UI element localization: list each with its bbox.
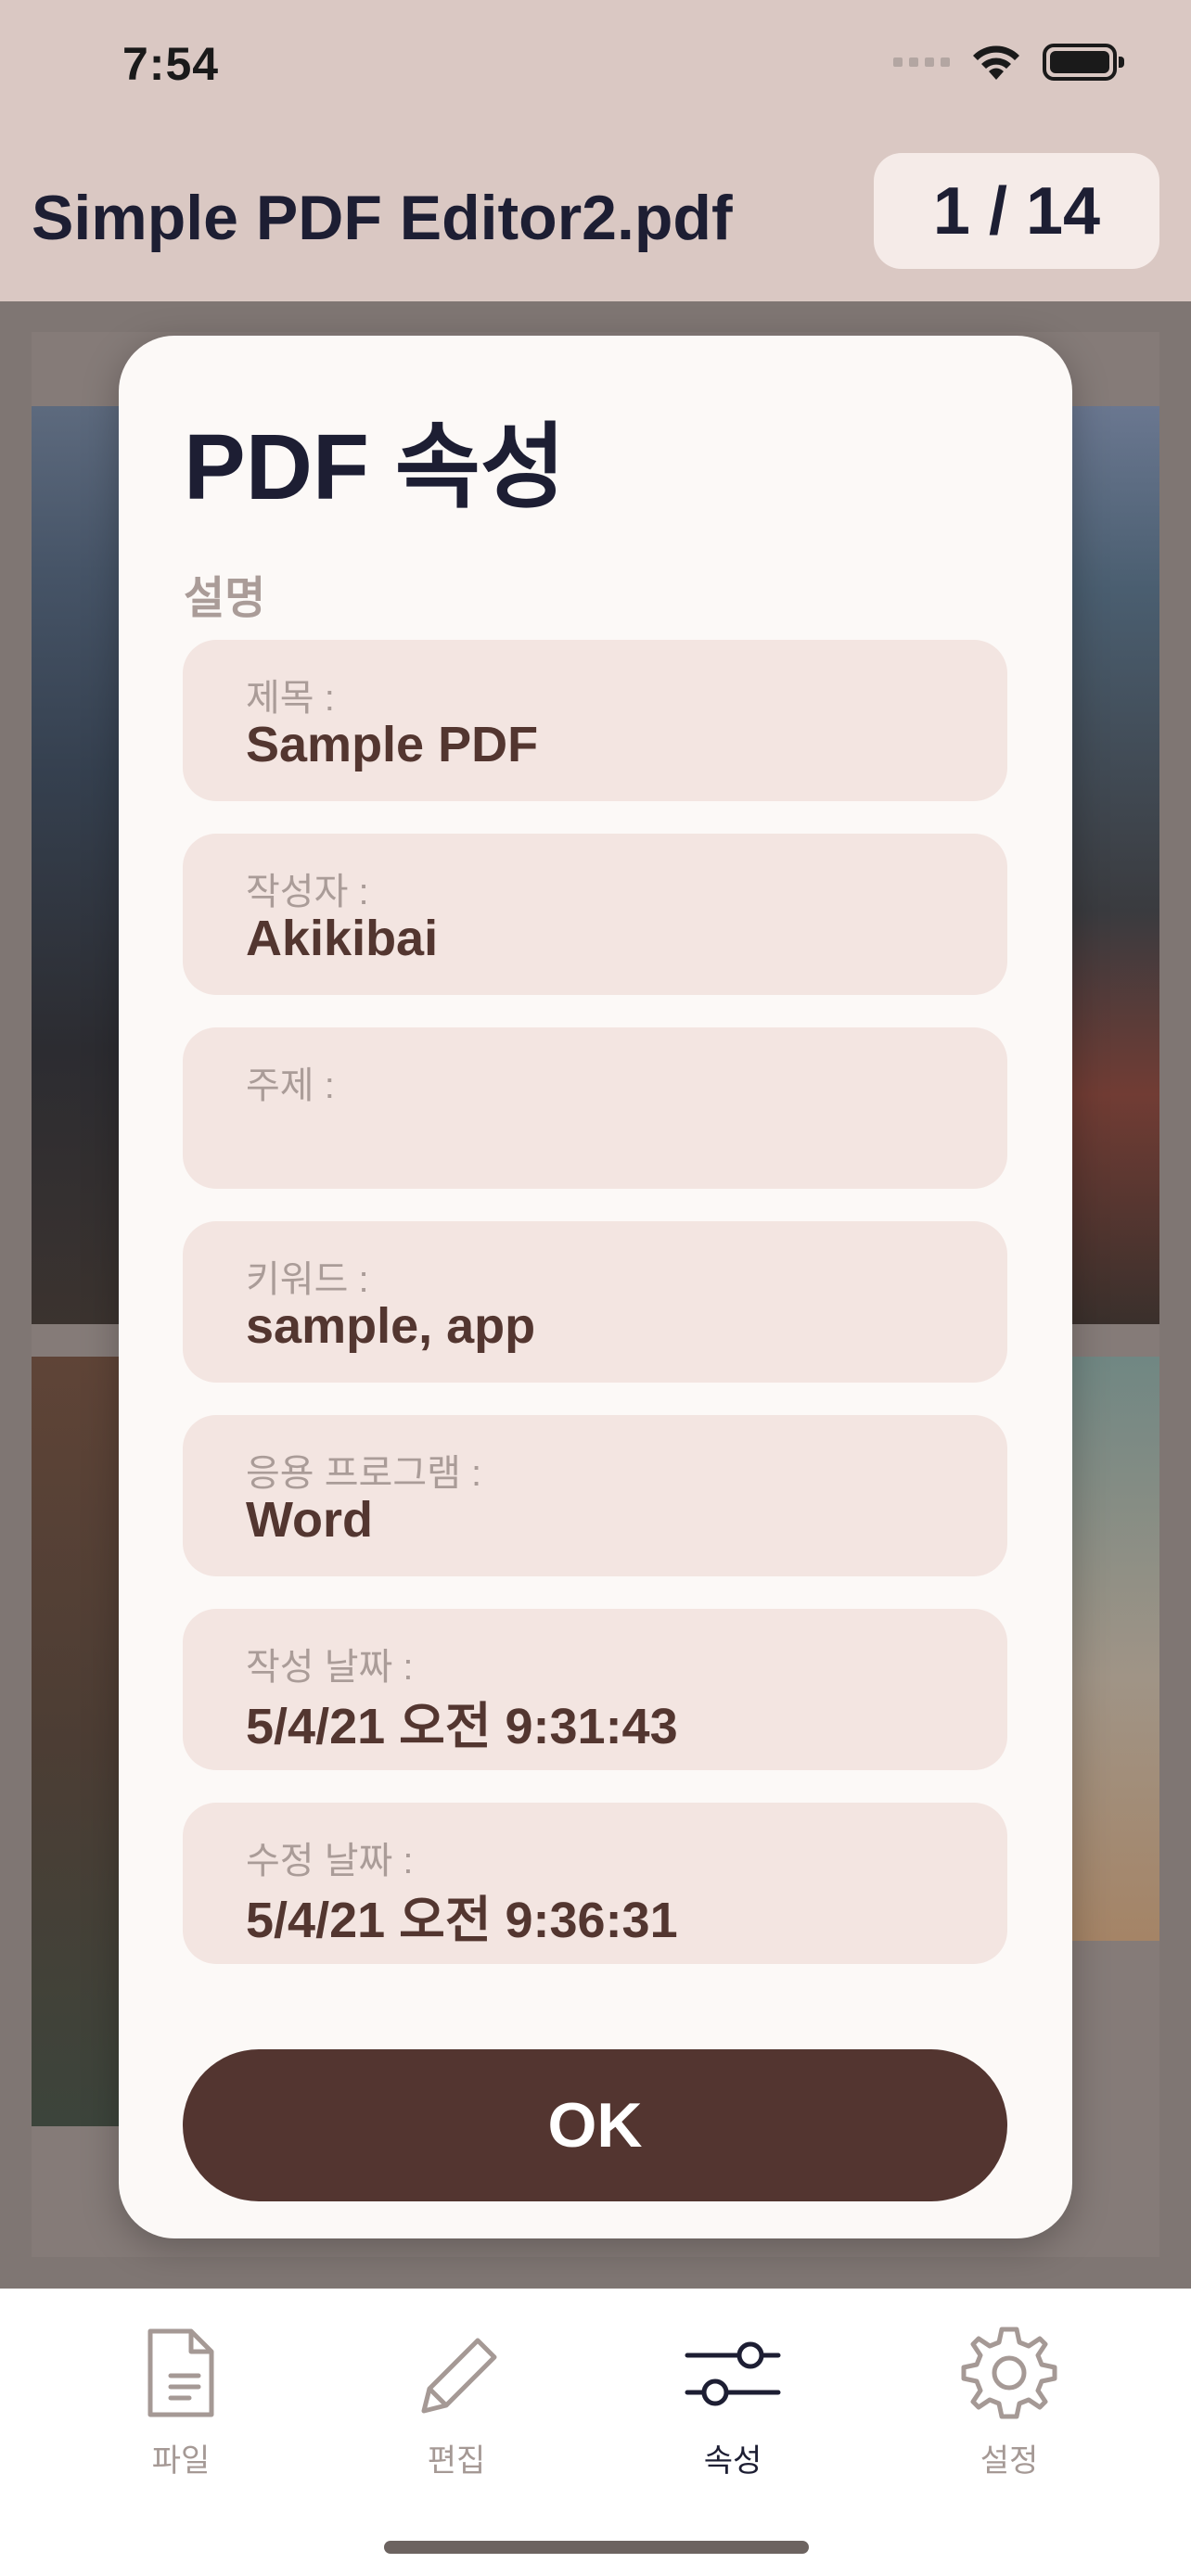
page-thumbnail-beach <box>1070 1357 1159 1941</box>
pdf-properties-dialog: PDF 속성 설명 제목 : Sample PDF 작성자 : Akikibai… <box>119 336 1072 2238</box>
dialog-title: PDF 속성 <box>184 415 566 519</box>
field-label: 작성자 : <box>246 872 369 912</box>
field-label: 수정 날짜 : <box>246 1841 414 1881</box>
tab-label: 설정 <box>980 2443 1039 2479</box>
field-created-date: 작성 날짜 : 5/4/21 오전 9:31:43 <box>183 1609 1007 1770</box>
field-value: 5/4/21 오전 9:31:43 <box>246 1699 678 1754</box>
cellular-signal-icon <box>893 57 950 67</box>
field-label: 응용 프로그램 : <box>246 1453 482 1494</box>
bottom-tab-bar: 파일 편집 속성 설정 <box>0 2289 1191 2576</box>
field-label: 주제 : <box>246 1065 335 1106</box>
field-label: 제목 : <box>246 678 335 719</box>
field-keywords: 키워드 : sample, app <box>183 1221 1007 1383</box>
tab-edit[interactable]: 편집 <box>364 2322 549 2480</box>
ok-button[interactable]: OK <box>183 2049 1007 2201</box>
header-bar: 7:54 Simple PDF Editor2.pdf 1 / 14 <box>0 0 1191 301</box>
field-application: 응용 프로그램 : Word <box>183 1415 1007 1576</box>
tab-file[interactable]: 파일 <box>88 2322 274 2480</box>
tab-properties[interactable]: 속성 <box>640 2322 826 2480</box>
field-value: Word <box>246 1492 373 1548</box>
field-title: 제목 : Sample PDF <box>183 640 1007 801</box>
document-title: Simple PDF Editor2.pdf <box>32 183 733 253</box>
field-value: Sample PDF <box>246 717 539 772</box>
status-time: 7:54 <box>122 38 220 90</box>
pencil-icon <box>421 2338 497 2414</box>
tab-label: 속성 <box>703 2443 762 2479</box>
tab-label: 편집 <box>427 2443 486 2479</box>
status-icons <box>893 43 1124 82</box>
battery-icon <box>1043 44 1124 81</box>
field-value: Akikibai <box>246 911 439 966</box>
file-icon <box>147 2328 214 2417</box>
wifi-icon <box>973 45 1019 80</box>
field-modified-date: 수정 날짜 : 5/4/21 오전 9:36:31 <box>183 1803 1007 1964</box>
sliders-icon <box>685 2341 781 2406</box>
description-section-label: 설명 <box>184 574 266 623</box>
gear-icon <box>961 2327 1057 2419</box>
tab-label: 파일 <box>151 2443 211 2479</box>
field-label: 작성 날짜 : <box>246 1647 414 1688</box>
page-counter[interactable]: 1 / 14 <box>874 153 1159 269</box>
field-value: 5/4/21 오전 9:36:31 <box>246 1893 678 1948</box>
field-subject: 주제 : <box>183 1027 1007 1189</box>
page-thumbnail-skyline <box>1070 406 1159 1324</box>
field-value: sample, app <box>246 1298 536 1354</box>
tab-settings[interactable]: 설정 <box>916 2322 1102 2480</box>
field-label: 키워드 : <box>246 1259 369 1300</box>
field-author: 작성자 : Akikibai <box>183 834 1007 995</box>
home-indicator <box>384 2541 809 2554</box>
